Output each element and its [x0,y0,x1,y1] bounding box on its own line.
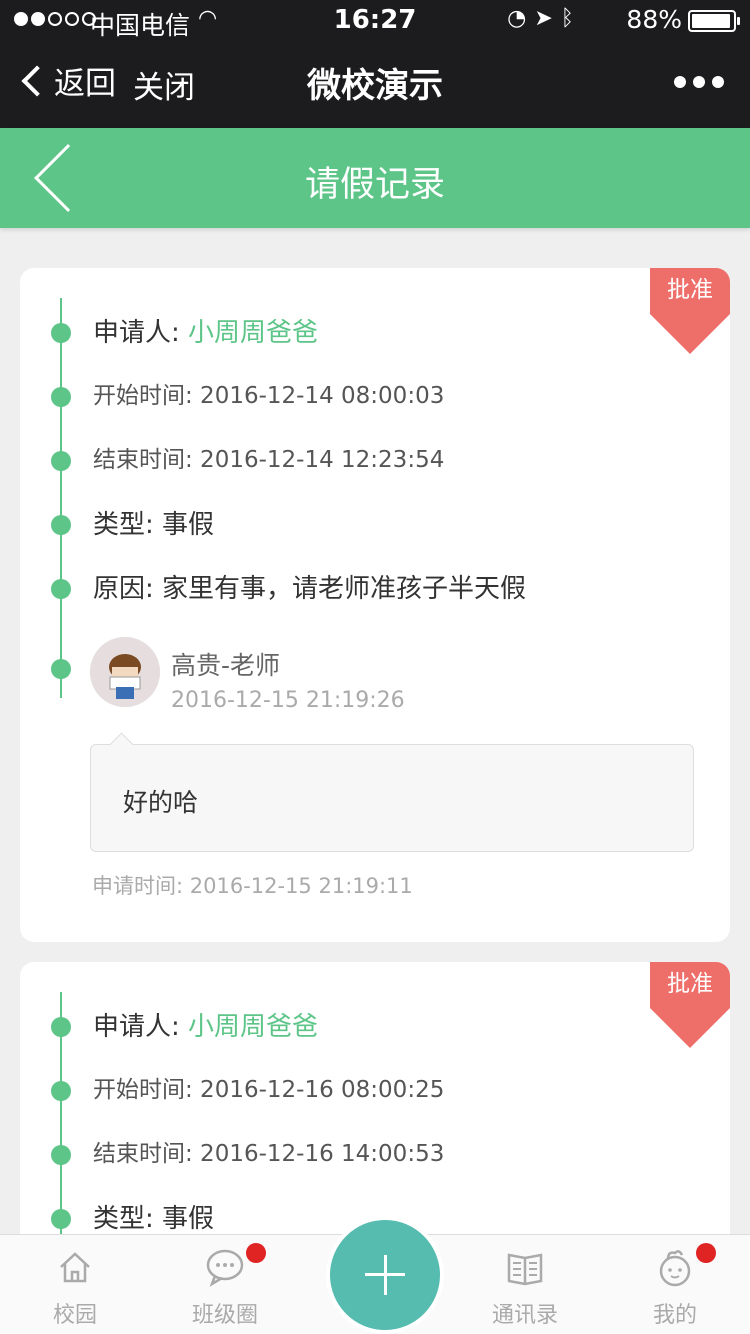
bluetooth-icon: ᛒ [560,6,582,31]
home-icon [60,1252,90,1283]
tab-label: 校园 [52,1303,97,1328]
status-badge: 批准 [650,268,730,354]
timeline-dot [51,387,71,407]
tab-campus[interactable]: 校园 [0,1235,150,1334]
status-bar: 中国电信 ◠ 16:27 ◔➤ᛒ 88% [0,0,750,40]
timeline-dot [51,1145,71,1165]
applicant-field: 申请人: 小周周爸爸 [93,312,318,349]
reason-row: 原因: 家里有事，请老师准孩子半天假 [20,568,660,608]
notification-dot [696,1243,716,1263]
status-icons: ◔➤ᛒ [507,6,582,31]
start-time-row: 开始时间: 2016-12-16 08:00:25 [20,1070,660,1110]
applicant-label: 申请人: [93,1012,180,1042]
timeline-dot [51,1017,71,1037]
more-options-icon[interactable] [674,62,724,88]
location-icon: ➤ [534,6,561,31]
teacher-avatar[interactable] [90,637,160,707]
leave-type: 类型: 事假 [93,510,215,540]
header-title: 请假记录 [304,165,445,205]
timeline-dot [51,1209,71,1229]
applicant-field: 申请人: 小周周爸爸 [93,1006,318,1043]
end-time-row: 结束时间: 2016-12-16 14:00:53 [20,1134,660,1174]
applicant-name: 小周周爸爸 [188,1012,319,1042]
tab-label: 通讯录 [491,1303,558,1328]
applicant-label: 申请人: [93,318,180,348]
timeline-dot [51,579,71,599]
add-leave-button[interactable] [330,1220,440,1330]
book-icon [507,1253,543,1286]
wechat-topbar: 中国电信 ◠ 16:27 ◔➤ᛒ 88% 返回 关闭 微校演示 [0,0,750,128]
profile-icon [659,1250,691,1287]
leave-type: 类型: 事假 [93,1204,215,1234]
page-title: 微校演示 [307,66,443,106]
tab-label: 我的 [652,1303,697,1328]
end-time: 结束时间: 2016-12-16 14:00:53 [93,1141,445,1167]
status-badge: 批准 [650,962,730,1048]
type-row: 类型: 事假 [20,504,660,544]
start-time: 开始时间: 2016-12-16 08:00:25 [93,1077,445,1103]
end-time: 结束时间: 2016-12-14 12:23:54 [93,447,445,473]
teacher-name: 高贵-老师 [171,651,281,680]
reply-bubble: 好的哈 [90,744,694,852]
app-header: 请假记录 [0,128,750,228]
chat-bubble-icon [206,1249,244,1287]
timeline-dot [51,1081,71,1101]
timeline-dot [51,451,71,471]
timeline-dot [51,659,71,679]
status-badge-label: 批准 [650,962,730,1008]
applicant-row: 申请人: 小周周爸爸 [20,312,660,352]
applicant-row: 申请人: 小周周爸爸 [20,1006,660,1046]
end-time-row: 结束时间: 2016-12-14 12:23:54 [20,440,660,480]
tab-mine[interactable]: 我的 [600,1235,750,1334]
battery-icon [688,10,740,32]
notification-dot [246,1243,266,1263]
status-badge-label: 批准 [650,268,730,314]
type-row: 类型: 事假 [20,1198,660,1238]
lock-rotation-icon: ◔ [507,6,535,31]
tab-class-circle[interactable]: 班级圈 [150,1235,300,1334]
start-time-row: 开始时间: 2016-12-14 08:00:03 [20,376,660,416]
timeline-dot [51,515,71,535]
applicant-name: 小周周爸爸 [188,318,319,348]
leave-reason: 原因: 家里有事，请老师准孩子半天假 [93,574,527,604]
teacher-reply-time: 2016-12-15 21:19:26 [171,688,405,713]
apply-time: 申请时间: 2016-12-15 21:19:11 [92,874,413,898]
tab-label: 班级圈 [191,1303,258,1328]
start-time: 开始时间: 2016-12-14 08:00:03 [93,383,445,409]
leave-record-card[interactable]: 批准 申请人: 小周周爸爸 开始时间: 2016-12-14 08:00:03 … [20,268,730,942]
battery-percent: 88% [626,5,682,34]
leave-record-card[interactable]: 批准 申请人: 小周周爸爸 开始时间: 2016-12-16 08:00:25 … [20,962,730,1252]
timeline-dot [51,323,71,343]
timeline-line [60,298,62,698]
tab-contacts[interactable]: 通讯录 [450,1235,600,1334]
reply-text: 好的哈 [123,788,199,817]
